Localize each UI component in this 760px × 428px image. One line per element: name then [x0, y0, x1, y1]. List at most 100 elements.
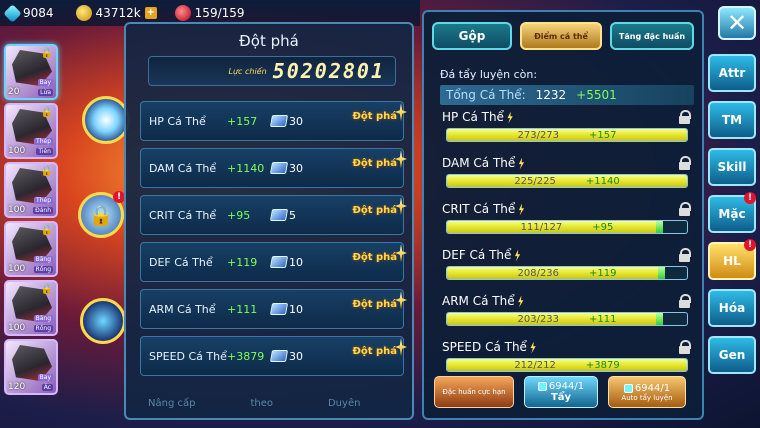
breakthrough-button[interactable]: Đột phá [352, 103, 407, 122]
breakthrough-button-label: Đột phá [352, 205, 397, 216]
tab-merge[interactable]: Gộp [432, 22, 512, 50]
potion-icon [537, 382, 547, 391]
alert-badge-icon: ! [744, 192, 756, 204]
hero-type-tag: Thép [34, 197, 53, 204]
hero-type-tag: Băng [33, 256, 53, 263]
stat-progress-bar: 225/225 +1140 [446, 174, 688, 188]
material-cost: 30 [269, 114, 341, 128]
hero-slot[interactable]: 🔒 Thép Tiên 100 [4, 103, 58, 159]
stat-name: DEF Cá Thể [442, 248, 521, 262]
hero-type-tag: Bay [37, 79, 53, 86]
hero-type-tag: Tiên [36, 148, 53, 155]
stamina-value: 159/159 [194, 6, 245, 20]
background-menu: Nâng cấp theo Duyên [128, 398, 360, 409]
cost-value: 30 [289, 114, 303, 128]
scroll-icon [269, 162, 289, 174]
total-bonus: +5501 [576, 88, 617, 102]
stat-bonus: +95 [227, 208, 251, 222]
lock-icon[interactable] [679, 156, 691, 170]
auto-wash-cost: 6944/1 [623, 383, 670, 394]
stat-bonus: +111 [227, 302, 258, 316]
tab-individual-points[interactable]: Điểm cá thể [520, 22, 602, 50]
breakthrough-panel: Đột phá Lực chiến 50202801 HP Cá Thể +15… [124, 22, 414, 420]
stat-row: HP Cá Thể 273/273 +157 [440, 108, 696, 154]
stat-bonus: +119 [227, 255, 258, 269]
stat-bonus: +1140 [227, 161, 265, 175]
breakthrough-list: HP Cá Thể +157 30 Đột phá DAM Cá Thể +11… [140, 101, 407, 376]
lock-icon: 🔒 [40, 107, 53, 118]
gem-icon [3, 3, 22, 23]
nav-equip[interactable]: Mặc! [708, 192, 756, 233]
scroll-icon [269, 350, 289, 362]
hero-type-tag: Thép [34, 138, 53, 145]
stat-row: CRIT Cá Thể 111/127 +95 [440, 200, 696, 246]
lock-icon: 🔒 [40, 225, 53, 236]
stat-current: 203/233 [517, 314, 560, 325]
material-cost: 30 [269, 349, 341, 363]
stat-current: 273/273 [517, 130, 560, 141]
follow-label: theo [250, 398, 273, 409]
lock-icon[interactable] [679, 110, 691, 124]
hero-slot[interactable]: 🔒 Thép Đánh 100 [4, 162, 58, 218]
breakthrough-button[interactable]: Đột phá [352, 338, 407, 357]
hero-slot[interactable]: Bay Ác 120 [4, 339, 58, 395]
combat-power-label: Lực chiến [228, 66, 267, 76]
breakthrough-button[interactable]: Đột phá [352, 244, 407, 263]
stat-name: HP Cá Thể [149, 114, 206, 128]
cost-value: 30 [289, 349, 303, 363]
special-training-button[interactable]: Đặc huấn cực hạn [434, 376, 514, 408]
stat-gain: +111 [589, 314, 617, 325]
nav-transform[interactable]: Hóa [708, 289, 756, 327]
hero-slot[interactable]: 🔒 Băng Rồng 100 [4, 221, 58, 277]
hero-slot[interactable]: 🔒 Bay Lửa 20 [4, 44, 58, 100]
cost-value: 5 [289, 208, 296, 222]
alert-badge-icon: ! [744, 239, 756, 251]
hero-emblem-icon[interactable] [82, 96, 130, 144]
tab-special-training[interactable]: Tăng đặc huấn [610, 22, 694, 50]
upgrade-wheel-icon[interactable] [80, 298, 126, 344]
hero-slot[interactable]: 🔒 Băng Rồng 100 [4, 280, 58, 336]
nav-hl[interactable]: HL! [708, 239, 756, 280]
stat-progress-bar: 111/127 +95 [446, 220, 688, 234]
breakthrough-button[interactable]: Đột phá [352, 291, 407, 310]
wash-button[interactable]: 6944/1 Tẩy [524, 376, 598, 408]
add-gold-button[interactable]: + [144, 7, 157, 19]
breakthrough-button[interactable]: Đột phá [352, 197, 407, 216]
lock-icon[interactable] [679, 340, 691, 354]
nav-tm[interactable]: TM [708, 101, 756, 139]
close-button[interactable]: ✕ [718, 6, 756, 40]
gems-value: 9084 [23, 6, 54, 20]
upgrade-label: Nâng cấp [148, 398, 196, 409]
material-cost: 30 [269, 161, 341, 175]
auto-wash-button[interactable]: 6944/1 Auto tẩy luyện [608, 376, 686, 408]
stat-current: 225/225 [514, 176, 556, 187]
gold-value: 43712k [95, 6, 141, 20]
remaining-stones-label: Đá tẩy luyện còn: [440, 68, 538, 81]
nav-equip-label: Mặc [718, 207, 746, 221]
nav-gen[interactable]: Gen [708, 336, 756, 374]
breakthrough-row: DAM Cá Thể +1140 30 Đột phá [140, 148, 407, 188]
lock-toggle-button[interactable]: 🔒 ! [78, 191, 125, 238]
breakthrough-button[interactable]: Đột phá [352, 150, 407, 169]
hero-level: 100 [8, 205, 26, 215]
breakthrough-button-label: Đột phá [352, 252, 397, 263]
stat-row: ARM Cá Thể 203/233 +111 [440, 292, 696, 338]
cost-value: 30 [289, 161, 303, 175]
individual-points-panel: Gộp Điểm cá thể Tăng đặc huấn Đá tẩy luy… [422, 10, 704, 420]
stat-bonus: +157 [227, 114, 258, 128]
lock-icon[interactable] [679, 294, 691, 308]
nav-attr[interactable]: Attr [708, 54, 756, 92]
padlock-icon: 🔒 [88, 203, 114, 227]
stat-name: DAM Cá Thể [149, 161, 217, 175]
wash-count: 6944/1 [548, 381, 585, 392]
stat-name: HP Cá Thể [442, 110, 514, 124]
wash-label: Tẩy [550, 392, 572, 403]
hero-type-tag: Ác [41, 384, 53, 391]
lock-icon[interactable] [679, 248, 691, 262]
side-nav: Attr TM Skill Mặc! HL! Hóa Gen [708, 54, 758, 374]
combat-power: Lực chiến 50202801 [148, 56, 396, 86]
hero-level: 100 [8, 264, 26, 274]
lock-icon[interactable] [679, 202, 691, 216]
nav-skill[interactable]: Skill [708, 148, 756, 186]
stat-row: DEF Cá Thể 208/236 +119 [440, 246, 696, 292]
